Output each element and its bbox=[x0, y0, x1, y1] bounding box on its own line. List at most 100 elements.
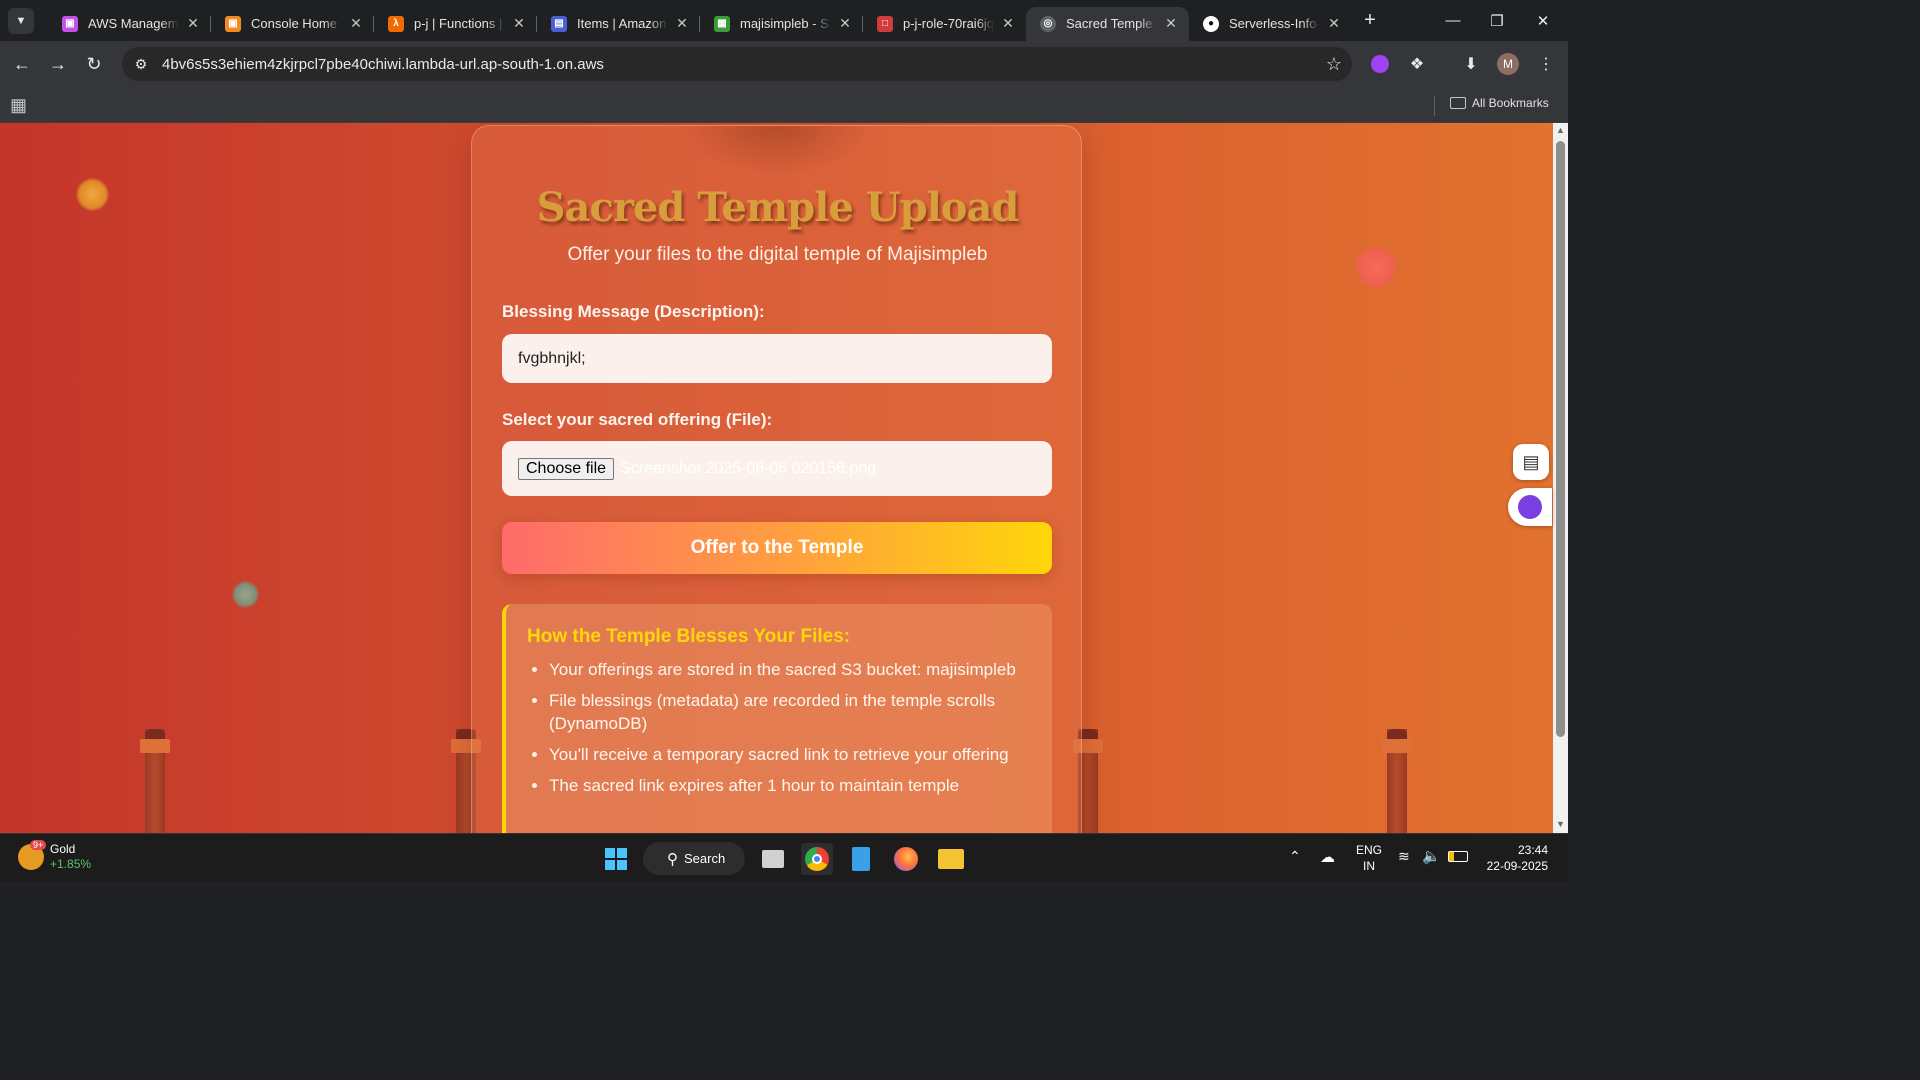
dynamodb-icon: ▤ bbox=[551, 15, 567, 32]
page-viewport: Sacred Temple Upload Offer your files to… bbox=[0, 123, 1553, 833]
bookmark-star-icon[interactable]: ☆ bbox=[1316, 54, 1352, 75]
page-scrollbar[interactable]: ▲ ▼ bbox=[1553, 123, 1568, 833]
tab-search-button[interactable]: ▼ bbox=[8, 7, 34, 34]
close-icon[interactable]: ✕ bbox=[1163, 15, 1179, 32]
iam-icon: □ bbox=[877, 15, 893, 32]
clock[interactable]: 23:44 22-09-2025 bbox=[1484, 842, 1548, 874]
menu-kebab-icon[interactable]: ⋮ bbox=[1529, 47, 1563, 81]
avatar: M bbox=[1497, 53, 1519, 75]
extension-chat-icon[interactable] bbox=[1363, 47, 1397, 81]
floating-orb bbox=[233, 582, 258, 607]
windows-start-icon[interactable] bbox=[600, 843, 632, 875]
close-icon[interactable]: ✕ bbox=[511, 15, 527, 32]
offer-submit-button[interactable]: Offer to the Temple bbox=[502, 522, 1052, 574]
temple-roof-decoration bbox=[682, 126, 872, 176]
tab-title: majisimpleb - S3 bbox=[740, 16, 831, 31]
close-icon[interactable]: ✕ bbox=[348, 15, 364, 32]
scroll-up-arrow-icon[interactable]: ▲ bbox=[1556, 125, 1565, 135]
file-input[interactable]: Choose file Screenshot 2025-08-06 020156… bbox=[502, 441, 1052, 496]
tab-github[interactable]: ● Serverless-Info- ✕ bbox=[1189, 7, 1352, 41]
all-bookmarks-button[interactable]: All Bookmarks bbox=[1450, 96, 1549, 110]
taskbar-search[interactable]: ⚲ Search bbox=[643, 842, 745, 875]
selected-file-name: Screenshot 2025-08-06 020156.png bbox=[620, 459, 877, 477]
site-info-icon[interactable]: ⚙ bbox=[124, 56, 158, 73]
lambda-icon: λ bbox=[388, 15, 404, 32]
tab-title: p-j | Functions | bbox=[414, 16, 503, 31]
scroll-down-arrow-icon[interactable]: ▼ bbox=[1556, 819, 1565, 829]
tab-title: AWS Manageme bbox=[88, 16, 179, 31]
close-icon[interactable]: ✕ bbox=[185, 15, 201, 32]
volume-icon[interactable]: 🔈 bbox=[1422, 847, 1441, 865]
clock-date: 22-09-2025 bbox=[1486, 859, 1548, 873]
minimize-button[interactable]: — bbox=[1430, 0, 1476, 41]
close-icon[interactable]: ✕ bbox=[1000, 15, 1016, 32]
tab-dynamodb-items[interactable]: ▤ Items | Amazon ✕ bbox=[537, 7, 700, 41]
battery-icon[interactable] bbox=[1448, 851, 1468, 862]
tab-title: p-j-role-70rai6jq bbox=[903, 16, 994, 31]
region-code: IN bbox=[1363, 859, 1375, 873]
chrome-icon[interactable] bbox=[801, 843, 833, 875]
info-heading: How the Temple Blesses Your Files: bbox=[527, 626, 851, 647]
wifi-icon[interactable]: ≋ bbox=[1398, 848, 1410, 865]
upload-card: Sacred Temple Upload Offer your files to… bbox=[471, 125, 1082, 833]
reload-button[interactable]: ↻ bbox=[76, 47, 112, 83]
close-icon[interactable]: ✕ bbox=[837, 15, 853, 32]
close-icon[interactable]: ✕ bbox=[1326, 15, 1342, 32]
tab-s3-bucket[interactable]: ▦ majisimpleb - S3 ✕ bbox=[700, 7, 863, 41]
all-bookmarks-label: All Bookmarks bbox=[1472, 96, 1549, 110]
page-subtitle: Offer your files to the digital temple o… bbox=[567, 244, 988, 265]
firefox-icon[interactable] bbox=[890, 843, 922, 875]
forward-button[interactable]: → bbox=[40, 47, 76, 83]
aws-console-icon: ▣ bbox=[225, 15, 241, 32]
windows-taskbar: 9+ Gold +1.85% ⚲ Search ⌃ ☁ ENG IN ≋ 🔈 2… bbox=[0, 833, 1568, 882]
description-input[interactable] bbox=[502, 334, 1052, 383]
profile-avatar[interactable]: M bbox=[1491, 47, 1525, 81]
notepad-icon[interactable] bbox=[845, 843, 877, 875]
side-chat-assistant-icon[interactable] bbox=[1508, 488, 1552, 526]
s3-bucket-icon: ▦ bbox=[714, 15, 730, 32]
lang-code: ENG bbox=[1356, 843, 1383, 857]
scrollbar-thumb[interactable] bbox=[1556, 141, 1565, 737]
tab-sacred-temple[interactable]: ◎ Sacred Temple U ✕ bbox=[1026, 6, 1189, 41]
gold-coin-icon: 9+ bbox=[18, 840, 47, 870]
tab-title: Console Home | bbox=[251, 16, 342, 31]
choose-file-button[interactable]: Choose file bbox=[518, 457, 615, 480]
globe-icon: ◎ bbox=[1040, 15, 1056, 32]
restore-button[interactable]: ❐ bbox=[1474, 0, 1520, 41]
tab-title: Items | Amazon bbox=[577, 16, 667, 31]
language-indicator[interactable]: ENG IN bbox=[1356, 842, 1382, 874]
notification-badge: 9+ bbox=[30, 840, 47, 850]
list-item: You'll receive a temporary sacred link t… bbox=[549, 743, 1032, 766]
show-hidden-icons-chevron-icon[interactable]: ⌃ bbox=[1289, 848, 1301, 865]
file-label: Select your sacred offering (File): bbox=[502, 410, 773, 429]
extensions-puzzle-icon[interactable]: ❖ bbox=[1400, 47, 1434, 81]
download-icon[interactable]: ⬇ bbox=[1454, 47, 1488, 81]
task-view-icon[interactable] bbox=[757, 843, 789, 875]
tab-lambda-functions[interactable]: λ p-j | Functions | ✕ bbox=[374, 7, 537, 41]
tab-iam-role[interactable]: □ p-j-role-70rai6jq ✕ bbox=[863, 7, 1026, 41]
close-icon[interactable]: ✕ bbox=[674, 15, 690, 32]
temple-pillar bbox=[1382, 729, 1412, 833]
clock-time: 23:44 bbox=[1517, 843, 1548, 857]
side-panel-table-icon[interactable]: ▤ bbox=[1513, 444, 1549, 480]
description-label: Blessing Message (Description): bbox=[502, 302, 765, 321]
onedrive-icon[interactable]: ☁ bbox=[1320, 848, 1335, 866]
bookmarks-bar: ▦ All Bookmarks bbox=[0, 88, 1568, 123]
tab-title: Sacred Temple U bbox=[1066, 16, 1157, 31]
apps-grid-icon[interactable]: ▦ bbox=[10, 95, 27, 116]
tab-aws-management[interactable]: ▣ AWS Manageme ✕ bbox=[48, 7, 211, 41]
new-tab-button[interactable]: + bbox=[1356, 7, 1384, 35]
url-text[interactable]: 4bv6s5s3ehiem4zkjrpcl7pbe40chiwi.lambda-… bbox=[162, 56, 1316, 73]
folder-icon bbox=[1450, 97, 1466, 109]
weather-widget[interactable]: 9+ Gold +1.85% bbox=[18, 840, 92, 872]
widget-change: +1.85% bbox=[50, 857, 92, 871]
close-window-button[interactable]: ✕ bbox=[1520, 0, 1566, 41]
file-explorer-icon[interactable] bbox=[935, 843, 967, 875]
tab-console-home[interactable]: ▣ Console Home | ✕ bbox=[211, 7, 374, 41]
github-icon: ● bbox=[1203, 15, 1219, 32]
list-item: The sacred link expires after 1 hour to … bbox=[549, 774, 1032, 797]
divider bbox=[1434, 96, 1435, 116]
browser-toolbar: ← → ↻ ⚙ 4bv6s5s3ehiem4zkjrpcl7pbe40chiwi… bbox=[0, 41, 1568, 88]
back-button[interactable]: ← bbox=[4, 47, 40, 83]
address-bar[interactable]: ⚙ 4bv6s5s3ehiem4zkjrpcl7pbe40chiwi.lambd… bbox=[122, 47, 1352, 81]
